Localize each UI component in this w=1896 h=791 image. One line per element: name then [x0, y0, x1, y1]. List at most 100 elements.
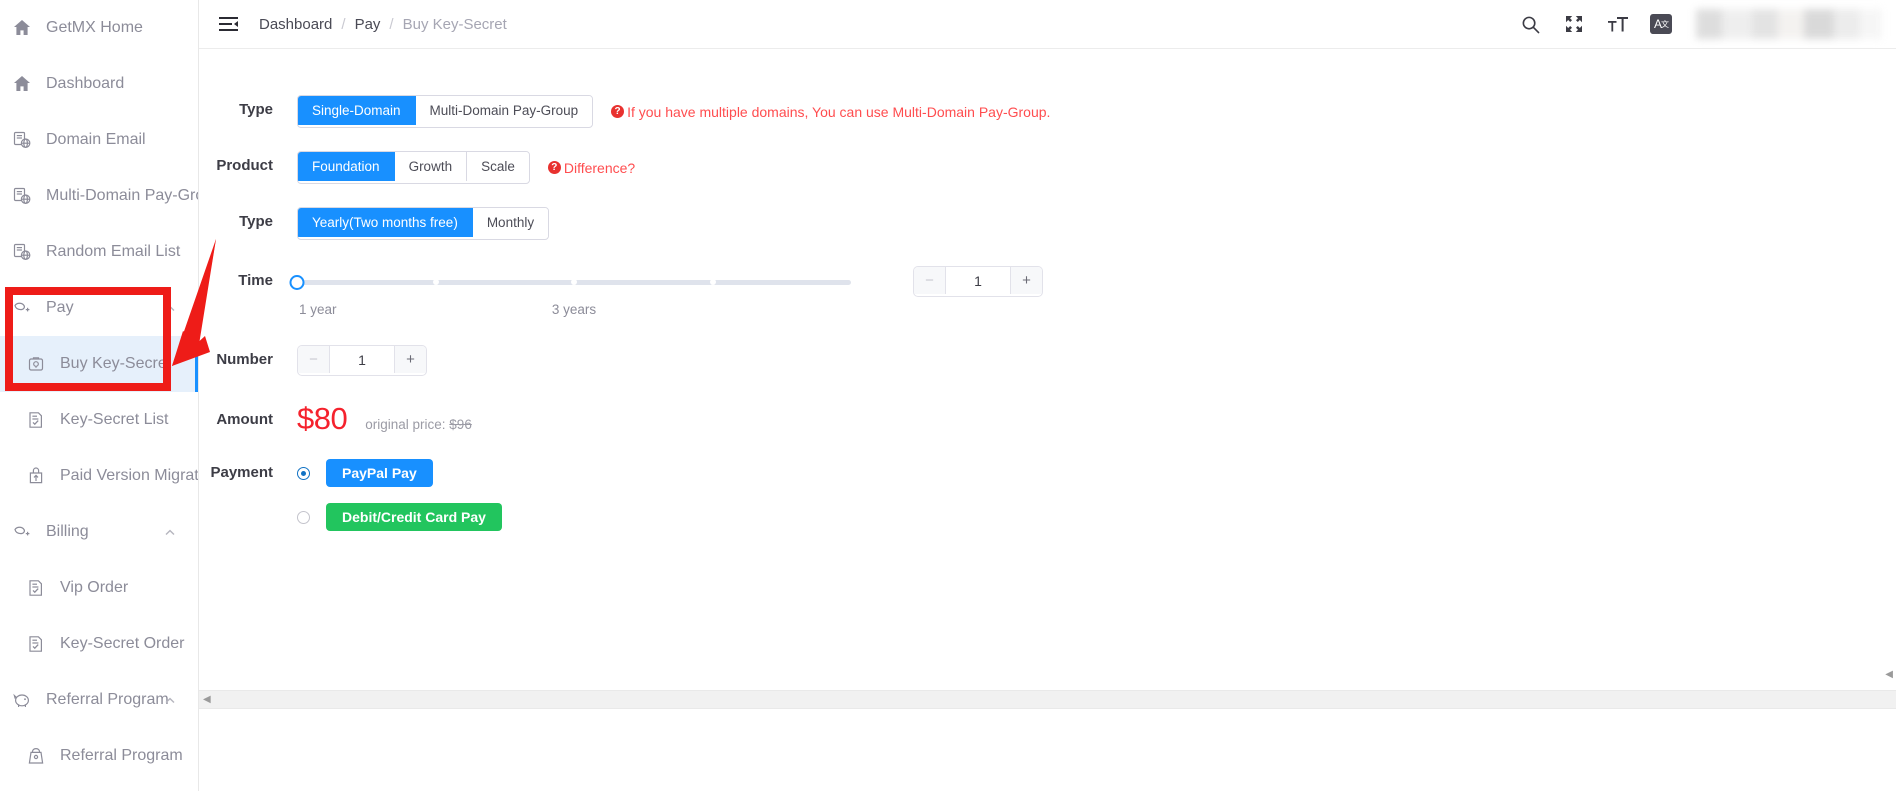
paypal-radio[interactable] [297, 466, 310, 480]
breadcrumb-item-buy-key-secret: Buy Key-Secret [402, 15, 507, 33]
sidebar-item-billing[interactable]: Billing [0, 504, 198, 560]
sidebar-item-label: Referral Program [46, 691, 169, 708]
payment-option-card[interactable]: Debit/Credit Card Pay [297, 502, 1896, 532]
sidebar: GetMX Home Dashboard Domain Email Multi-D… [0, 0, 199, 791]
sidebar-item-label: Paid Version Migration [60, 467, 199, 484]
menu-fold-icon[interactable] [215, 11, 241, 37]
paypal-pay-button[interactable]: PayPal Pay [326, 459, 433, 487]
product-hint[interactable]: ? Difference? [547, 160, 635, 176]
form-row-time: Time − + [199, 266, 1896, 297]
time-slider[interactable] [289, 267, 851, 297]
sidebar-item-vip-order[interactable]: Vip Order [0, 560, 198, 616]
original-price-label: original price: [365, 417, 446, 432]
card-radio[interactable] [297, 510, 310, 524]
home-icon [12, 74, 32, 94]
time-value-input[interactable] [946, 267, 1010, 296]
chevron-up-icon[interactable] [164, 302, 176, 314]
sidebar-item-label: Key-Secret List [60, 411, 169, 428]
tick-label-3-years: 3 years [551, 302, 597, 317]
sidebar-item-label: Key-Secret Order [60, 635, 185, 652]
domain-icon [12, 130, 32, 150]
main-area: Dashboard / Pay / Buy Key-Secret A 文 Typ… [199, 0, 1896, 791]
sidebar-item-label: Domain Email [46, 131, 146, 148]
sidebar-item-getmx-home[interactable]: GetMX Home [0, 0, 198, 56]
content-scroll-area: Type Single-Domain Multi-Domain Pay-Grou… [199, 49, 1896, 791]
domain-icon [12, 186, 32, 206]
domain-icon [12, 242, 32, 262]
form-row-type: Type Single-Domain Multi-Domain Pay-Grou… [199, 95, 1896, 128]
sidebar-item-key-secret-list[interactable]: Key-Secret List [0, 392, 198, 448]
sidebar-item-referral-program[interactable]: Referral Program [0, 728, 198, 784]
sidebar-item-key-secret-order[interactable]: Key-Secret Order [0, 616, 198, 672]
breadcrumb: Dashboard / Pay / Buy Key-Secret [259, 16, 507, 33]
type-option-single-domain[interactable]: Single-Domain [298, 96, 416, 125]
cycle-option-monthly[interactable]: Monthly [472, 208, 549, 237]
form-row-number: Number − + [199, 345, 1896, 376]
product-option-scale[interactable]: Scale [467, 152, 529, 181]
sidebar-item-buy-key-secret[interactable]: Buy Key-Secret [0, 336, 198, 392]
chevron-up-icon[interactable] [164, 694, 176, 706]
slider-mark [709, 279, 716, 285]
sidebar-item-label: Vip Order [60, 579, 129, 596]
sidebar-item-referral-program[interactable]: Referral Program [0, 672, 198, 728]
sidebar-item-label: Billing [46, 523, 89, 540]
key-secret-icon [26, 354, 46, 374]
sidebar-item-dashboard[interactable]: Dashboard [0, 56, 198, 112]
translate-icon[interactable]: A文 [1650, 14, 1672, 34]
sidebar-item-random-email-list[interactable]: Random Email List [0, 224, 198, 280]
list-icon [26, 634, 46, 654]
debit-credit-card-pay-button[interactable]: Debit/Credit Card Pay [326, 503, 502, 531]
product-difference-link[interactable]: Difference? [564, 160, 635, 176]
sidebar-item-paid-version-migration[interactable]: Paid Version Migration [0, 448, 198, 504]
scroll-up-arrow-icon[interactable]: ◀ [1885, 669, 1893, 680]
sidebar-item-domain-email[interactable]: Domain Email [0, 112, 198, 168]
fullscreen-icon[interactable] [1562, 12, 1586, 36]
form-row-amount: Amount $80 original price: $96 [199, 403, 1896, 437]
time-stepper: − + [913, 266, 1043, 297]
number-value-input[interactable] [330, 346, 394, 375]
cycle-option-yearly[interactable]: Yearly(Two months free) [298, 208, 473, 237]
scroll-left-arrow-icon[interactable]: ◀ [203, 694, 211, 705]
breadcrumb-separator: / [389, 15, 394, 33]
number-stepper: − + [297, 345, 427, 376]
label-billing-cycle: Type [239, 213, 273, 230]
form-row-payment: Payment PayPal Pay [199, 458, 1896, 488]
type-hint-text[interactable]: If you have multiple domains, You can us… [627, 104, 1050, 120]
sidebar-item-referred-user-list[interactable]: Referred User List [0, 784, 198, 791]
sidebar-item-label: Random Email List [46, 243, 181, 260]
sidebar-item-label: GetMX Home [46, 19, 143, 36]
font-size-icon[interactable] [1606, 12, 1630, 36]
time-decrement-button[interactable]: − [914, 267, 946, 294]
chevron-up-icon[interactable] [164, 526, 176, 538]
question-icon: ? [547, 161, 561, 174]
type-option-multi-domain-pay-group[interactable]: Multi-Domain Pay-Group [415, 96, 593, 125]
number-decrement-button[interactable]: − [298, 346, 330, 373]
product-segmented-control: Foundation Growth Scale [297, 151, 530, 184]
amount-original-price: original price: $96 [365, 417, 472, 434]
horizontal-scrollbar[interactable]: ◀ [199, 690, 1896, 709]
type-hint[interactable]: ? If you have multiple domains, You can … [611, 104, 1050, 120]
breadcrumb-item-pay[interactable]: Pay [355, 16, 381, 33]
sidebar-item-pay[interactable]: Pay [0, 280, 198, 336]
breadcrumb-separator: / [341, 15, 346, 33]
time-increment-button[interactable]: + [1010, 267, 1042, 294]
product-option-foundation[interactable]: Foundation [298, 152, 395, 181]
buy-key-secret-form: Type Single-Domain Multi-Domain Pay-Grou… [199, 49, 1896, 532]
top-header: Dashboard / Pay / Buy Key-Secret A 文 [199, 0, 1896, 49]
number-increment-button[interactable]: + [394, 346, 426, 373]
original-price-value: $96 [449, 417, 472, 432]
user-account-area[interactable] [1696, 9, 1882, 39]
slider-handle[interactable] [289, 274, 305, 290]
sidebar-item-multi-domain-pay-group[interactable]: Multi-Domain Pay-Group [0, 168, 198, 224]
search-icon[interactable] [1518, 12, 1542, 36]
header-actions: A文 [1518, 9, 1882, 39]
list-icon [26, 578, 46, 598]
breadcrumb-item-dashboard[interactable]: Dashboard [259, 16, 332, 33]
slider-mark [432, 279, 439, 285]
product-option-growth[interactable]: Growth [394, 152, 468, 181]
payment-option-paypal[interactable]: PayPal Pay [297, 458, 433, 488]
label-amount: Amount [216, 411, 273, 428]
time-slider-ticks: 1 year 3 years [297, 302, 851, 322]
type-segmented-control: Single-Domain Multi-Domain Pay-Group [297, 95, 594, 128]
label-type: Type [239, 101, 273, 118]
